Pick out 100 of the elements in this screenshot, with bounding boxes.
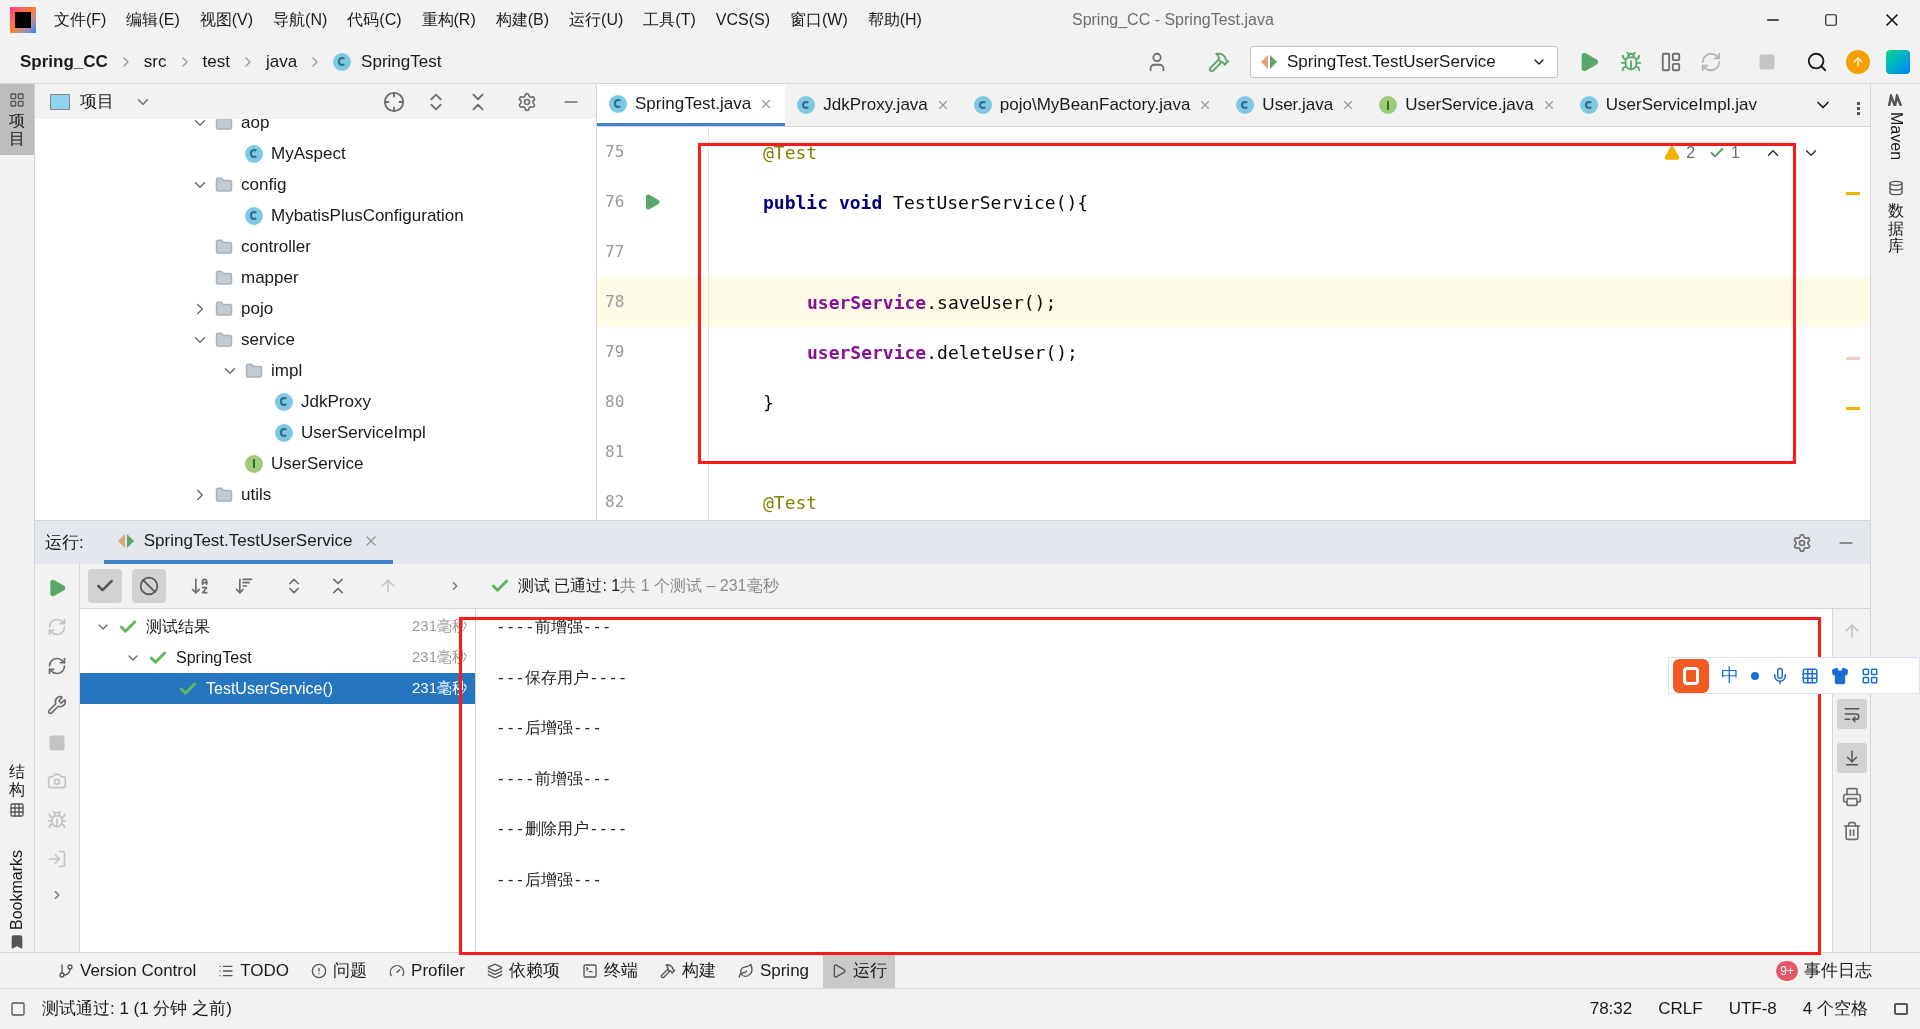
problems-icon [311,962,328,979]
tool-window-tab[interactable]: 数据库 [1887,180,1904,255]
keyboard-icon[interactable] [1801,666,1819,685]
menu-item[interactable]: 帮助(H) [867,8,922,32]
tool-window-button[interactable]: 依赖项 [478,953,568,988]
ime-mode-toggle[interactable]: 中 [1721,662,1739,689]
tree-item[interactable]: UserService [271,450,364,477]
menu-item[interactable]: 重构(R) [421,8,476,32]
print-icon[interactable] [1841,787,1862,807]
wrap-icon [1842,705,1861,723]
editor-tab[interactable]: User.java [1224,84,1368,126]
tool-window-tab[interactable]: 项目 [0,84,34,156]
run-gutter-icon[interactable] [643,193,661,211]
tool-window-button[interactable]: TODO [210,953,298,988]
tool-window-button[interactable]: 终端 [573,953,646,988]
scroll-to-end-toggle[interactable] [1836,743,1867,773]
editor-tab[interactable]: UserServiceImpl.jav [1567,84,1769,126]
database-icon [1887,180,1904,197]
event-log-button[interactable]: 事件日志 [1804,957,1872,984]
menu-item[interactable]: 工具(T) [643,8,696,32]
menu-item[interactable]: 文件(F) [54,8,107,32]
console-line: ----前增强--- [496,617,612,636]
tool-window-button[interactable]: 构建 [651,953,724,988]
tree-item[interactable]: impl [271,357,303,384]
tree-item[interactable]: pojo [241,295,274,322]
editor-tab[interactable]: SpringTest.java [597,84,786,126]
clear-icon[interactable] [1841,821,1862,841]
tool-window-tab[interactable]: Maven [1883,94,1908,161]
terminal-icon [581,962,598,979]
breadcrumb[interactable]: test [202,48,230,75]
run-tab[interactable]: SpringTest.TestUserService [103,521,393,564]
status-item[interactable]: CRLF [1658,996,1703,1022]
rerun-icon[interactable] [47,578,67,598]
tree-item[interactable]: UserServiceImpl [301,419,426,446]
tool-window-tab[interactable]: Bookmarks [0,842,34,959]
sort-alphabetically-icon[interactable] [190,576,210,596]
breadcrumb[interactable]: Spring_CC [20,48,108,75]
profiler-icon [389,962,406,979]
settings-icon[interactable] [1792,532,1812,553]
menu-item[interactable]: 窗口(W) [789,8,848,32]
menu-item[interactable]: 运行(U) [569,8,624,32]
tool-window-button[interactable]: 问题 [303,953,376,988]
tree-item[interactable]: aop [241,119,270,136]
status-item[interactable]: UTF-8 [1728,996,1777,1022]
toggle-auto-test-icon[interactable] [47,656,67,676]
show-passed-toggle[interactable] [88,569,122,603]
soft-wrap-toggle[interactable] [1836,699,1867,729]
tool-window-button[interactable]: Version Control [50,953,205,988]
show-ignored-toggle[interactable] [132,569,166,603]
tree-item[interactable]: service [241,326,295,353]
tool-window-button[interactable]: 运行 [823,953,896,988]
wrench-icon[interactable] [47,695,67,715]
breadcrumb[interactable]: SpringTest [361,48,442,75]
build-icon[interactable] [1208,50,1230,73]
editor-tab[interactable]: pojo\MyBeanFactory.java [961,84,1225,126]
debug-icon[interactable] [1620,50,1642,73]
console-line: ---后增强--- [496,869,602,889]
locate-icon[interactable] [383,90,405,113]
editor-tab[interactable]: UserService.java [1367,84,1568,126]
test-name: TestUserService() [206,678,334,699]
menu-item[interactable]: VCS(S) [715,8,770,32]
status-item[interactable]: 4 个空格 [1802,996,1868,1022]
tree-item[interactable]: config [241,171,287,198]
warning-icon[interactable] [1664,145,1681,161]
menu-item[interactable]: 导航(N) [273,8,328,32]
tree-item[interactable]: JdkProxy [301,388,371,415]
settings-icon[interactable] [517,91,537,112]
tree-item[interactable]: utils [241,481,272,508]
interface-icon [245,454,263,473]
editor-tab[interactable]: JdkProxy.java [785,84,962,126]
tool-window-button[interactable]: Profiler [381,953,473,988]
sort-by-duration-icon[interactable] [234,576,254,596]
class-icon [609,94,627,113]
panel-toggle-icon[interactable] [10,1001,26,1017]
microphone-icon[interactable] [1771,666,1789,685]
toolbox-icon[interactable] [1861,666,1879,685]
panel-title[interactable]: 项目 [80,88,114,115]
tree-item[interactable]: MyAspect [271,140,346,167]
lock-icon[interactable] [1894,1003,1908,1015]
status-item[interactable]: 78:32 [1589,996,1633,1022]
arrow-up-icon [1851,54,1865,69]
menu-item[interactable]: 视图(V) [199,8,254,32]
class-icon [797,96,816,114]
restore-icon[interactable] [1824,13,1838,27]
tree-item[interactable]: controller [241,233,311,260]
tool-window-tab[interactable]: 结构 [0,755,34,827]
menu-item[interactable]: 代码(C) [347,8,402,32]
breadcrumb[interactable]: java [265,48,298,75]
search-icon[interactable] [1806,50,1828,73]
tool-window-button[interactable]: Spring [729,953,818,988]
more-icon[interactable] [1857,102,1860,115]
menu-item[interactable]: 编辑(E) [126,8,180,32]
tree-item[interactable]: MybatisPlusConfiguration [271,202,464,229]
breadcrumb[interactable]: src [143,48,167,75]
skin-icon[interactable] [1831,666,1849,685]
tree-item[interactable]: mapper [241,264,299,291]
menu-item[interactable]: 构建(B) [495,8,550,32]
ime-logo-icon[interactable] [1673,658,1709,693]
run-config-dropdown[interactable]: SpringTest.TestUserService [1250,45,1558,78]
class-icon [1579,96,1598,114]
